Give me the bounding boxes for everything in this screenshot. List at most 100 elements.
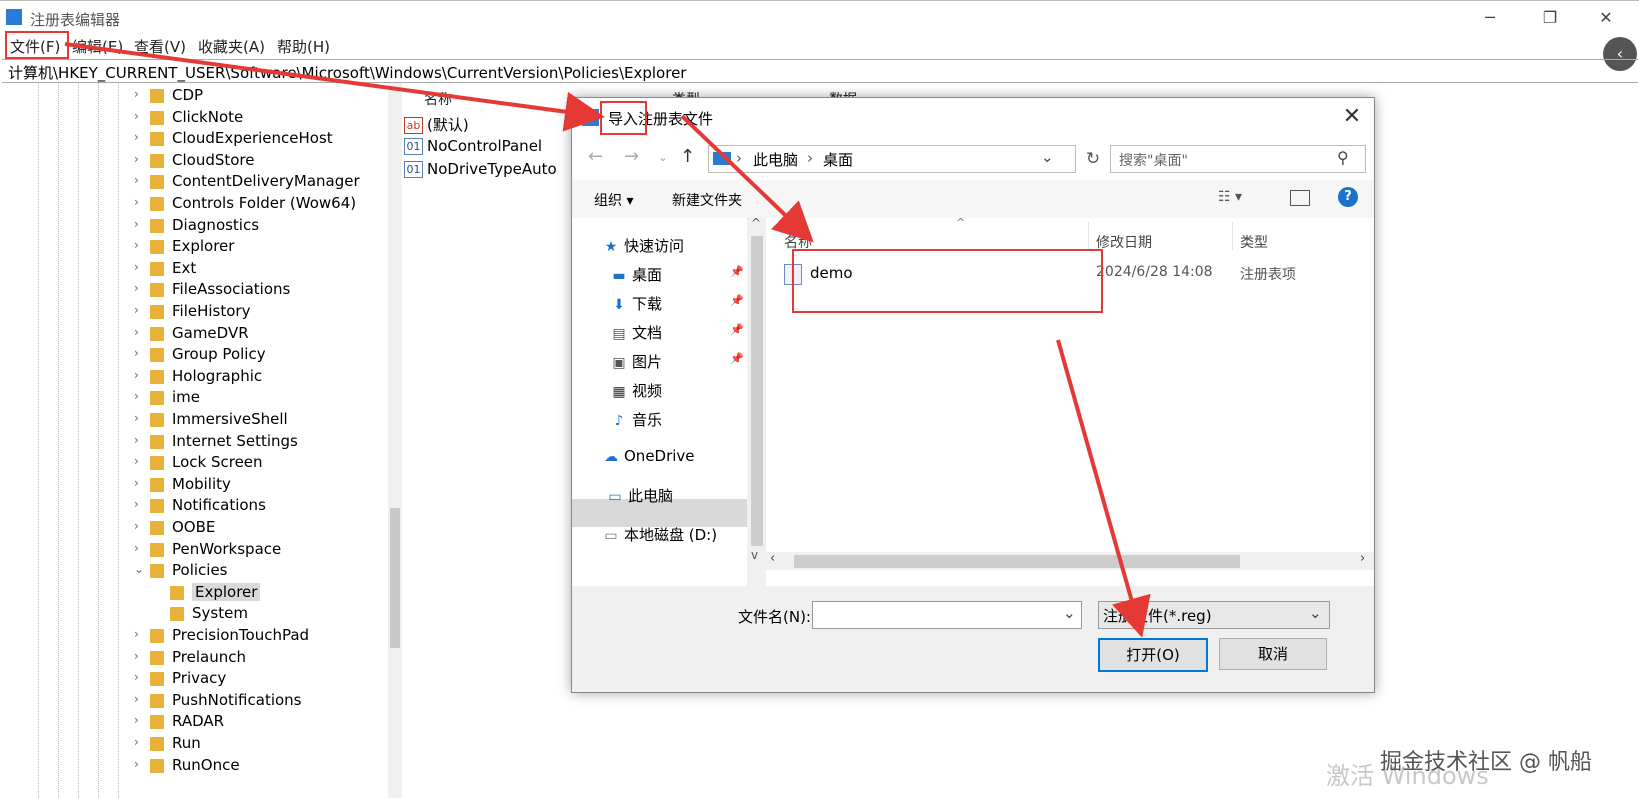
expand-chevron-icon[interactable]: › — [134, 130, 146, 144]
expand-chevron-icon[interactable]: › — [134, 87, 146, 101]
scroll-down-icon[interactable]: v — [751, 548, 758, 562]
organize-button[interactable]: 组织 ▾ — [594, 190, 633, 210]
nav-this-pc[interactable]: ▭ 此电脑 — [606, 485, 673, 506]
search-input[interactable]: 搜索"桌面" ⚲ — [1110, 145, 1366, 173]
menu-view[interactable]: 查看(V) — [134, 36, 186, 57]
nav-desktop[interactable]: ▬ 桌面 — [610, 264, 662, 285]
menu-favorites[interactable]: 收藏夹(A) — [198, 36, 265, 57]
search-icon[interactable]: ⚲ — [1337, 148, 1349, 167]
expand-chevron-icon[interactable]: › — [134, 476, 146, 490]
address-bar[interactable]: 计算机\HKEY_CURRENT_USER\Software\Microsoft… — [2, 59, 1638, 83]
expand-chevron-icon[interactable]: › — [134, 260, 146, 274]
nav-quick-access[interactable]: ★ 快速访问 — [602, 235, 684, 256]
expand-chevron-icon[interactable]: › — [134, 713, 146, 727]
scroll-left-icon[interactable]: ‹ — [770, 551, 775, 566]
expand-chevron-icon[interactable]: › — [134, 670, 146, 684]
back-arrow-icon[interactable]: ← — [588, 146, 603, 167]
minimize-button[interactable]: ─ — [1468, 5, 1512, 31]
pin-icon: 📌 — [730, 352, 744, 365]
nav-local-disk[interactable]: ▭ 本地磁盘 (D:) — [602, 524, 717, 545]
expand-chevron-icon[interactable]: › — [134, 497, 146, 511]
expand-chevron-icon[interactable]: › — [134, 433, 146, 447]
expand-chevron-icon[interactable]: › — [134, 541, 146, 555]
expand-chevron-icon[interactable]: › — [134, 649, 146, 663]
nav-pictures[interactable]: ▣ 图片 — [610, 351, 662, 372]
expand-chevron-icon[interactable]: › — [134, 411, 146, 425]
tree-scrollbar[interactable] — [388, 83, 402, 798]
col-modified[interactable]: 修改日期 — [1096, 232, 1152, 252]
refresh-icon[interactable]: ↻ — [1082, 146, 1104, 172]
preview-pane-icon[interactable] — [1290, 190, 1310, 206]
path-breadcrumb[interactable]: › 此电脑 › 桌面 ⌄ — [708, 145, 1076, 173]
expand-chevron-icon[interactable]: › — [134, 152, 146, 166]
new-folder-button[interactable]: 新建文件夹 — [672, 190, 742, 210]
dialog-close-icon[interactable]: ✕ — [1338, 104, 1366, 129]
nav-downloads[interactable]: ⬇ 下载 — [610, 293, 662, 314]
expand-chevron-icon[interactable]: › — [134, 368, 146, 382]
value-row[interactable]: 01 NoControlPanel — [404, 137, 542, 155]
expand-chevron-icon[interactable]: › — [134, 454, 146, 468]
nav-scroll-thumb[interactable] — [751, 236, 763, 546]
maximize-button[interactable]: ❐ — [1528, 5, 1572, 31]
file-hscroll-thumb[interactable] — [794, 555, 1240, 568]
expand-chevron-icon[interactable]: › — [134, 627, 146, 641]
help-icon[interactable]: ? — [1338, 187, 1358, 207]
title-bar: 注册表编辑器 ─ ❐ ✕ — [0, 0, 1639, 34]
breadcrumb-desktop[interactable]: 桌面 — [823, 149, 853, 170]
chevron-down-icon[interactable]: ⌄ — [1041, 148, 1054, 166]
menu-help[interactable]: 帮助(H) — [277, 36, 330, 57]
breadcrumb-this-pc[interactable]: 此电脑 — [753, 149, 798, 170]
nav-music[interactable]: ♪ 音乐 — [610, 409, 662, 430]
nav-onedrive[interactable]: ☁ OneDrive — [602, 447, 695, 465]
folder-icon — [150, 197, 164, 211]
expand-chevron-icon[interactable]: ⌄ — [134, 562, 146, 576]
folder-icon — [150, 89, 164, 103]
col-name[interactable]: 名称 — [424, 89, 452, 109]
tree-scroll-thumb[interactable] — [390, 508, 400, 648]
close-button[interactable]: ✕ — [1584, 5, 1628, 31]
folder-icon — [150, 737, 164, 751]
forward-arrow-icon[interactable]: → — [624, 146, 639, 167]
expand-chevron-icon[interactable]: › — [134, 217, 146, 231]
open-button[interactable]: 打开(O) — [1098, 638, 1208, 672]
tree-item-label: ImmersiveShell — [172, 410, 288, 428]
expand-chevron-icon[interactable]: › — [134, 735, 146, 749]
expand-chevron-icon[interactable]: › — [134, 757, 146, 771]
expand-chevron-icon[interactable]: › — [134, 389, 146, 403]
recent-chevron-icon[interactable]: ⌄ — [658, 150, 668, 164]
tree-item-label: PenWorkspace — [172, 539, 282, 558]
expand-chevron-icon[interactable]: › — [134, 303, 146, 317]
value-row[interactable]: ab (默认) — [404, 114, 469, 135]
menu-edit[interactable]: 编辑(E) — [72, 36, 123, 57]
expand-chevron-icon[interactable]: › — [134, 109, 146, 123]
filetype-select[interactable]: 注册文件(*.reg) ⌄ — [1098, 601, 1330, 629]
expand-chevron-icon[interactable]: › — [134, 195, 146, 209]
scroll-right-icon[interactable]: › — [1360, 551, 1365, 566]
expand-chevron-icon[interactable]: › — [134, 281, 146, 295]
tree-item-label: Explorer — [192, 582, 261, 601]
up-arrow-icon[interactable]: ↑ — [680, 146, 695, 167]
col-file-type[interactable]: 类型 — [1240, 232, 1268, 252]
nav-documents[interactable]: ▤ 文档 — [610, 322, 662, 343]
expand-chevron-icon[interactable]: › — [134, 173, 146, 187]
filename-input[interactable]: ⌄ — [812, 601, 1082, 629]
expand-chevron-icon[interactable]: › — [134, 346, 146, 360]
folder-icon — [150, 564, 164, 579]
value-row[interactable]: 01 NoDriveTypeAuto — [404, 160, 557, 178]
scroll-up-icon[interactable]: ^ — [751, 216, 761, 230]
expand-chevron-icon[interactable]: › — [134, 325, 146, 339]
cancel-button[interactable]: 取消 — [1219, 638, 1327, 670]
tree-item-label: Group Policy — [172, 345, 266, 364]
folder-icon — [150, 175, 164, 190]
view-options-icon[interactable]: ☷ ▾ — [1218, 189, 1242, 205]
expand-chevron-icon[interactable]: › — [134, 692, 146, 706]
folder-icon — [150, 326, 164, 341]
folder-icon — [150, 283, 164, 298]
chevron-down-icon[interactable]: ⌄ — [1063, 604, 1076, 622]
chevron-down-icon[interactable]: ⌄ — [1309, 604, 1322, 622]
expand-chevron-icon[interactable]: › — [134, 519, 146, 533]
tree-item-label: Prelaunch — [172, 647, 246, 666]
expand-chevron-icon[interactable]: › — [134, 238, 146, 252]
annotation-box — [792, 249, 1103, 313]
nav-videos[interactable]: ▦ 视频 — [610, 380, 662, 401]
